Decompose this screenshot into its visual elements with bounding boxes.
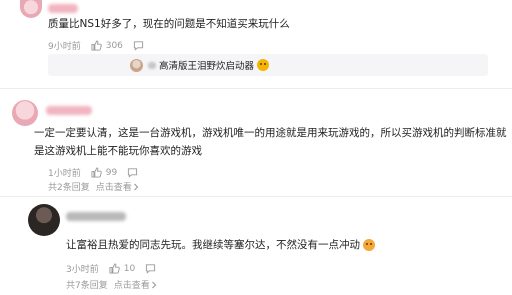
comment-time: 3小时前	[66, 265, 99, 275]
view-more-link[interactable]: 点击查看	[114, 278, 158, 291]
expand-replies[interactable]: 共7条回复 点击查看	[66, 278, 158, 291]
view-more-link[interactable]: 点击查看	[96, 180, 140, 193]
comment-meta: 3小时前 10	[66, 262, 160, 275]
chevron-right-icon	[151, 281, 157, 288]
comment-time: 9小时前	[48, 42, 81, 52]
view-more-label: 点击查看	[95, 183, 132, 193]
comment-1: 质量比NS1好多了，现在的问题是不知道买来玩什么 9小时前 306 高清版王泪野…	[0, 0, 512, 88]
username-blurred[interactable]	[66, 212, 126, 221]
comment-text-line-1: 一定一定要认清，这是一台游戏机，游戏机唯一的用途就是用来玩游戏的，所以买游戏机的…	[34, 127, 507, 139]
view-more-label: 点击查看	[113, 281, 150, 291]
like-count: 306	[105, 40, 123, 51]
comment-text: 质量比NS1好多了，现在的问题是不知道买来玩什么	[48, 18, 290, 30]
username-blurred[interactable]	[46, 106, 92, 115]
reply-avatar[interactable]	[130, 58, 143, 72]
avatar[interactable]	[28, 204, 60, 236]
like-count: 10	[123, 263, 136, 274]
comment-meta: 9小时前 306	[48, 39, 148, 52]
divider	[0, 196, 512, 197]
emoji-face-icon	[363, 239, 375, 251]
comment-text: 让富裕且热爱的同志先玩。我继续等塞尔达，不然没有一点冲动	[66, 236, 375, 254]
reply-text: 高清版王泪野炊启动器	[159, 61, 255, 72]
comment-text-body: 让富裕且热爱的同志先玩。我继续等塞尔达，不然没有一点冲动	[66, 239, 360, 251]
emoji-face-icon	[257, 59, 270, 71]
like-icon[interactable]	[91, 40, 102, 51]
divider	[0, 88, 512, 89]
like-icon[interactable]	[91, 167, 102, 178]
like-icon[interactable]	[109, 263, 120, 274]
reply-line: 高清版王泪野炊启动器	[130, 58, 270, 72]
avatar[interactable]	[20, 0, 42, 18]
comment-3: 让富裕且热爱的同志先玩。我继续等塞尔达，不然没有一点冲动 3小时前 10 共7条…	[0, 204, 512, 295]
expand-replies[interactable]: 共2条回复 点击查看	[48, 180, 140, 193]
reply-count: 共2条回复	[48, 183, 90, 193]
username-blurred[interactable]	[48, 4, 78, 13]
comment-meta: 1小时前 99	[48, 166, 142, 179]
comment-text-line-2: 是这游戏机上能不能玩你喜欢的游戏	[34, 145, 202, 157]
like-count: 99	[105, 167, 118, 178]
reply-icon[interactable]	[127, 167, 138, 178]
reply-icon[interactable]	[145, 263, 156, 274]
reply-icon[interactable]	[133, 40, 144, 51]
reply-count: 共7条回复	[66, 281, 108, 291]
comment-time: 1小时前	[48, 169, 81, 179]
comment-2: 一定一定要认清，这是一台游戏机，游戏机唯一的用途就是用来玩游戏的，所以买游戏机的…	[0, 94, 512, 194]
reply-username-blurred[interactable]	[148, 61, 156, 69]
avatar[interactable]	[12, 100, 38, 126]
chevron-right-icon	[133, 183, 139, 190]
